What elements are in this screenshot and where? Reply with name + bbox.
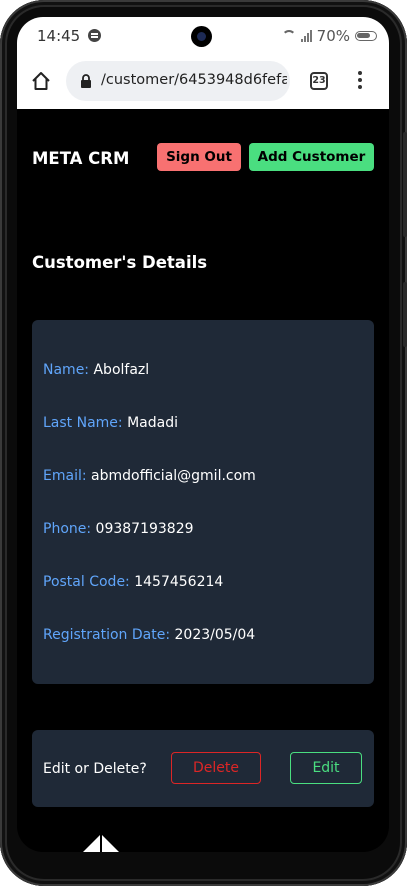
- postal-code-label: Postal Code:: [43, 574, 130, 590]
- page-title: Customer's Details: [32, 253, 208, 272]
- battery-icon: [355, 31, 377, 41]
- nav-gesture-icon[interactable]: [83, 834, 119, 852]
- customer-details-card: Name: Abolfazl Last Name: Madadi Email: …: [32, 320, 374, 684]
- power-button: [403, 282, 407, 347]
- actions-prompt: Edit or Delete?: [43, 761, 147, 777]
- url-text: /customer/6453948d6fefa: [101, 72, 287, 88]
- registration-date-label: Registration Date:: [43, 627, 171, 643]
- app-title: META CRM: [32, 149, 130, 168]
- actions-card: Edit or Delete? Delete Edit: [32, 730, 374, 807]
- phone-frame: 14:45 70% /customer/6453948d6fefa 23 MET…: [0, 0, 407, 886]
- volume-button: [403, 132, 407, 237]
- phone-row: Phone: 09387193829: [43, 521, 194, 537]
- last-name-label: Last Name:: [43, 415, 123, 431]
- tabs-count-icon[interactable]: 23: [310, 72, 328, 90]
- last-name-value: Madadi: [127, 415, 178, 431]
- name-row: Name: Abolfazl: [43, 362, 149, 378]
- name-value: Abolfazl: [93, 362, 150, 378]
- add-customer-button[interactable]: Add Customer: [249, 143, 374, 171]
- screen: 14:45 70% /customer/6453948d6fefa 23 MET…: [17, 17, 389, 852]
- spotify-icon: [88, 29, 101, 42]
- lock-icon: [81, 74, 91, 88]
- more-options-icon[interactable]: [358, 71, 362, 89]
- postal-code-value: 1457456214: [134, 574, 224, 590]
- signal-icon: [300, 30, 312, 42]
- browser-toolbar: /customer/6453948d6fefa 23: [17, 53, 389, 109]
- battery-percent: 70%: [316, 27, 350, 45]
- status-indicators: 70%: [282, 27, 377, 45]
- sign-out-button[interactable]: Sign Out: [157, 143, 241, 171]
- last-name-row: Last Name: Madadi: [43, 415, 178, 431]
- postal-code-row: Postal Code: 1457456214: [43, 574, 223, 590]
- address-bar[interactable]: /customer/6453948d6fefa: [66, 61, 290, 101]
- status-time: 14:45: [37, 27, 81, 45]
- phone-value: 09387193829: [95, 521, 194, 537]
- email-label: Email:: [43, 468, 87, 484]
- registration-date-row: Registration Date: 2023/05/04: [43, 627, 255, 643]
- wifi-icon: [282, 30, 296, 42]
- registration-date-value: 2023/05/04: [174, 627, 256, 643]
- status-bar: 14:45 70%: [17, 17, 389, 53]
- email-row: Email: abmdofficial@gmil.com: [43, 468, 256, 484]
- delete-button[interactable]: Delete: [171, 752, 261, 784]
- phone-label: Phone:: [43, 521, 92, 537]
- front-camera: [191, 26, 212, 47]
- name-label: Name:: [43, 362, 90, 378]
- edit-button[interactable]: Edit: [290, 752, 362, 784]
- email-value: abmdofficial@gmil.com: [91, 468, 256, 484]
- home-icon[interactable]: [31, 71, 51, 91]
